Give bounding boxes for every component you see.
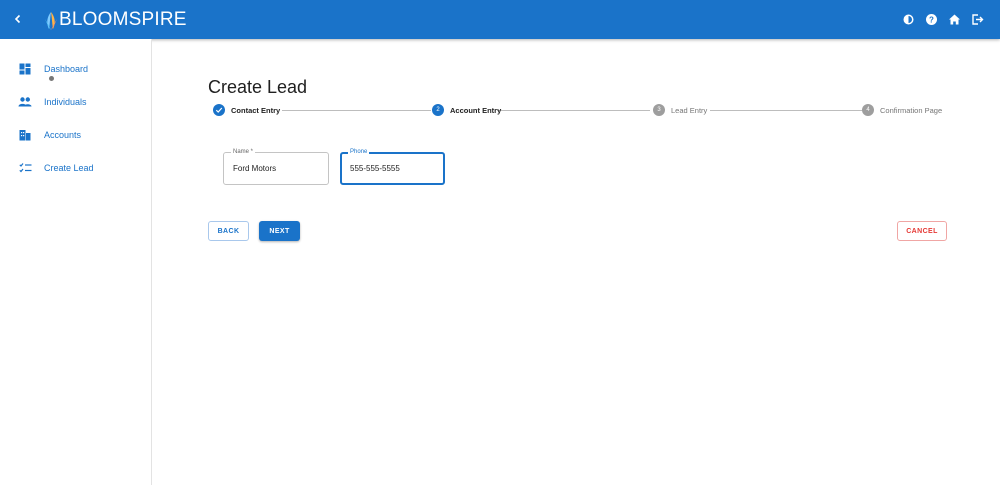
name-field-label: Name * [231,148,256,157]
step-label: Account Entry [450,105,502,115]
main-content: Create Lead Contact Entry 2 Account Entr… [152,39,1000,485]
step-contact-entry[interactable]: Contact Entry [213,103,280,117]
page-title: Create Lead [208,77,308,97]
step-label: Lead Entry [671,105,708,115]
logo: BLOOMSPIRE [44,8,187,32]
step-connector [710,110,862,111]
home-icon[interactable] [947,11,961,27]
check-icon [213,104,225,116]
logo-text: BLOOMSPIRE [59,9,187,30]
help-icon[interactable]: ? [924,11,938,27]
phone-field-label: Phone [348,148,370,157]
checklist-icon [18,161,32,175]
sidebar-item-dashboard[interactable]: Dashboard [0,54,151,84]
step-number: 3 [653,104,665,116]
sidebar-item-individuals[interactable]: Individuals [0,87,151,117]
back-button[interactable]: BACK [208,221,249,241]
sidebar: Dashboard Individuals Accounts Create Le… [0,39,152,485]
cancel-button[interactable]: CANCEL [897,221,947,241]
step-lead-entry[interactable]: 3 Lead Entry [653,103,707,117]
step-number: 4 [862,104,874,116]
active-indicator-dot [49,76,54,81]
sidebar-item-label: Accounts [44,130,82,140]
people-icon [18,95,32,109]
stepper: Contact Entry 2 Account Entry 3 Lead Ent… [213,103,942,117]
chevron-left-icon[interactable] [10,11,26,27]
step-connector [282,110,431,111]
phone-field-value: 555-555-5555 [350,164,400,173]
brightness-icon[interactable] [901,11,915,27]
step-number: 2 [432,104,444,116]
step-confirmation-page[interactable]: 4 Confirmation Page [862,103,942,117]
sidebar-item-label: Create Lead [44,163,94,173]
svg-text:?: ? [929,15,934,24]
name-field[interactable]: Name * Ford Motors [223,148,329,185]
phone-field[interactable]: Phone 555-555-5555 [340,148,445,185]
name-field-value: Ford Motors [233,164,277,173]
step-account-entry[interactable]: 2 Account Entry [432,103,501,117]
logo-icon [45,12,57,30]
sidebar-item-accounts[interactable]: Accounts [0,120,151,150]
sidebar-item-label: Dashboard [44,64,89,74]
next-button[interactable]: NEXT [259,221,300,241]
step-label: Contact Entry [231,105,281,115]
app-bar: BLOOMSPIRE ? [0,0,1000,39]
step-connector [497,110,650,111]
dashboard-icon [18,62,32,76]
logout-icon[interactable] [970,11,984,27]
sidebar-item-label: Individuals [44,97,87,107]
accounts-icon [18,128,32,142]
step-label: Confirmation Page [880,105,943,115]
sidebar-item-create-lead[interactable]: Create Lead [0,153,151,183]
